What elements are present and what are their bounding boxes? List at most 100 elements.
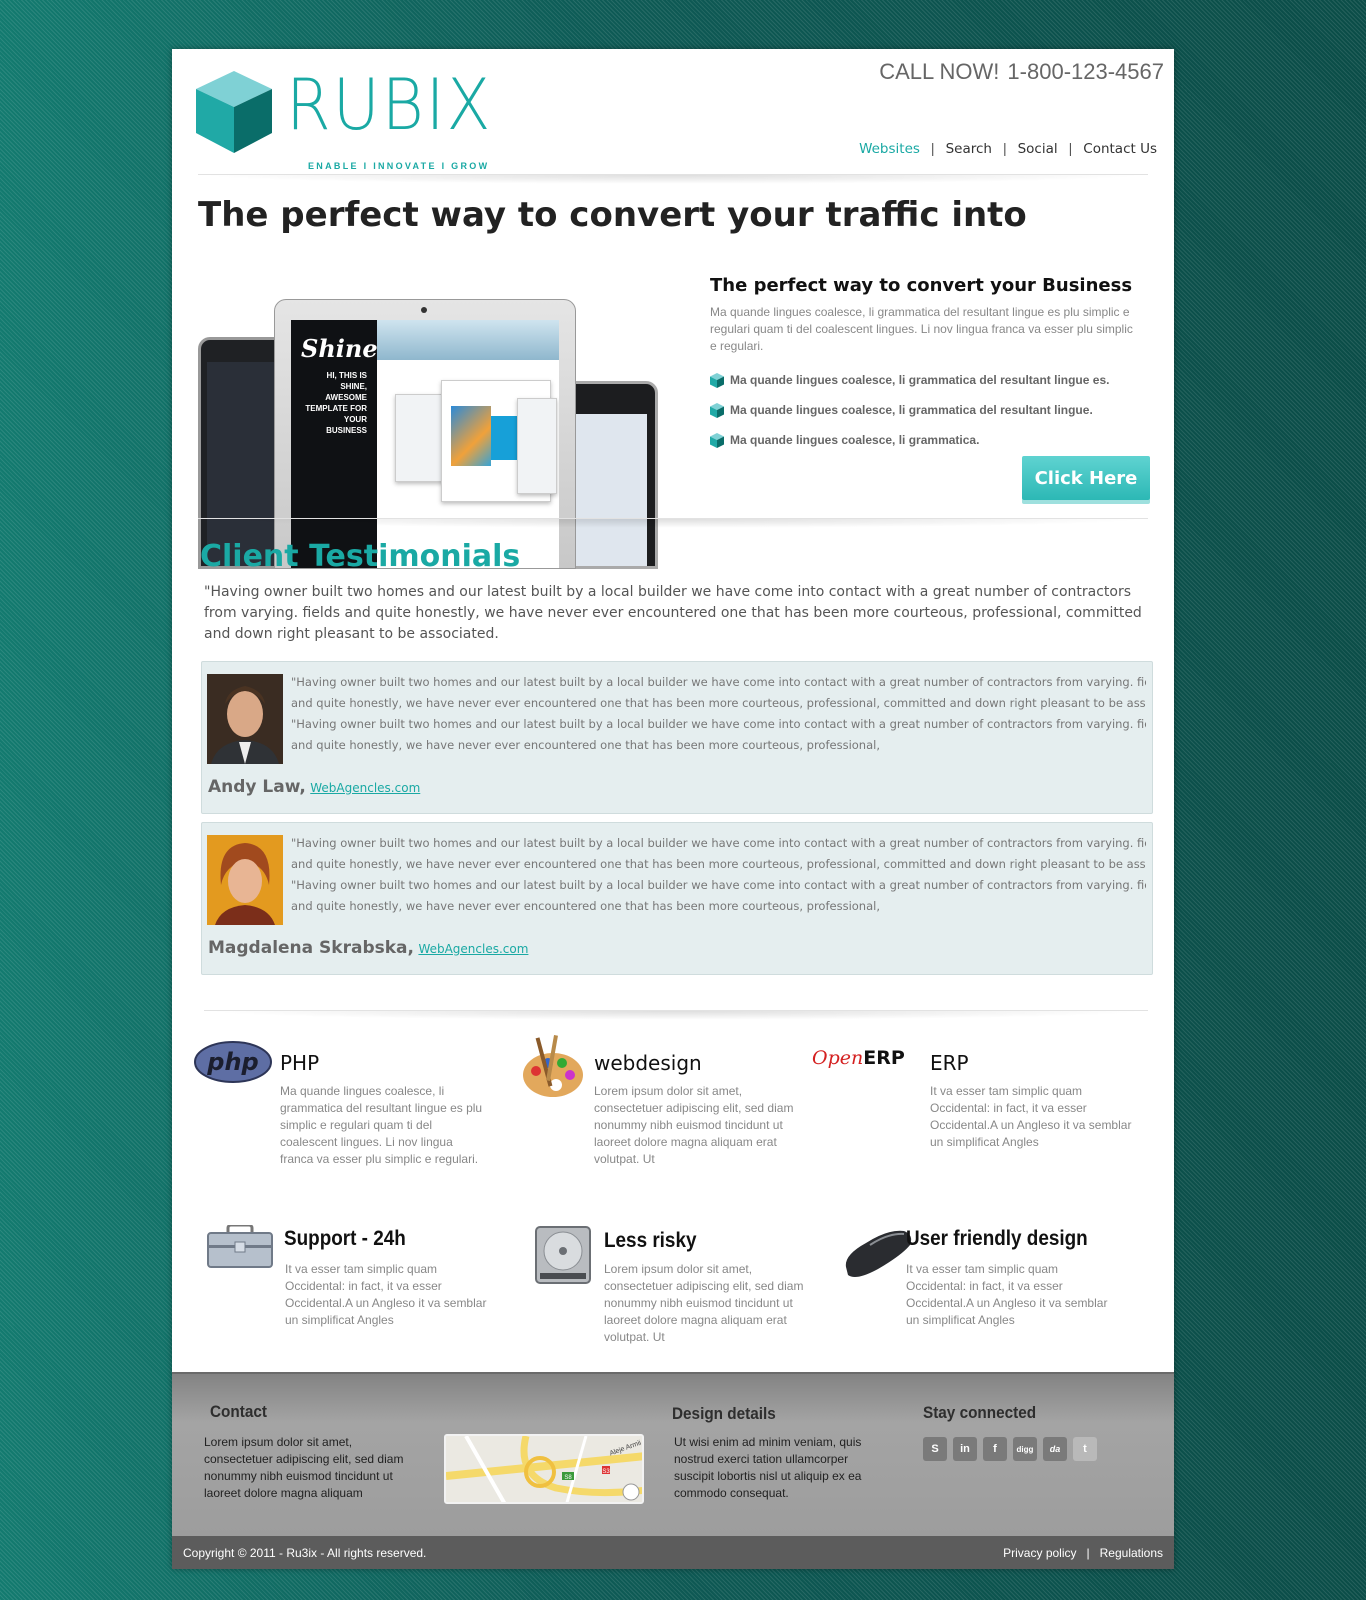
feature-text: Lorem ipsum dolor sit amet, consectetuer… xyxy=(594,1084,794,1166)
svg-text:S8: S8 xyxy=(564,1475,572,1481)
social-links: S in f digg da t xyxy=(923,1437,1097,1461)
footer-links: Privacy policy | Regulations xyxy=(1003,1546,1163,1560)
feature-title: PHP xyxy=(280,1051,320,1075)
nav-separator: | xyxy=(930,140,935,156)
devices-image: Shine HI, THIS IS SHINE, AWESOME TEMPLAT… xyxy=(198,299,658,569)
skype-icon[interactable]: S xyxy=(923,1437,947,1461)
author-name: Andy Law, xyxy=(208,777,306,797)
toolbox-icon xyxy=(207,1225,273,1268)
testimonial-quote: "Having owner built two homes and our la… xyxy=(291,833,1146,917)
testimonials-divider xyxy=(204,1010,1148,1020)
bullet-item: Ma quande lingues coalesce, li grammatic… xyxy=(710,425,1150,455)
php-logo-icon: php xyxy=(194,1041,272,1083)
openerp-logo-open: Open xyxy=(812,1047,864,1069)
deviantart-icon[interactable]: da xyxy=(1043,1437,1067,1461)
location-map[interactable]: S8 S3 Aleje Armii xyxy=(444,1434,644,1504)
feature-title: ERP xyxy=(930,1051,969,1075)
copyright-text: Copyright © 2011 - Ru3ix - All rights re… xyxy=(183,1546,427,1560)
feature-php: php PHP Ma quande lingues coalesce, li g… xyxy=(194,1041,484,1181)
quote-line: "Having owner built two homes and our la… xyxy=(291,836,1146,850)
quote-line: "Having owner built two homes and our la… xyxy=(291,878,1146,892)
cube-bullet-icon xyxy=(710,432,724,448)
avatar-magdalena-skrabska xyxy=(207,835,283,925)
openerp-logo: OpenERP xyxy=(812,1047,905,1069)
twitter-icon[interactable]: t xyxy=(1073,1437,1097,1461)
feature-title: Less risky xyxy=(604,1229,697,1252)
phone-number[interactable]: 1-800-123-4567 xyxy=(1007,59,1164,84)
nav-contact-us[interactable]: Contact Us xyxy=(1083,141,1157,157)
bullet-item: Ma quande lingues coalesce, li grammatic… xyxy=(710,395,1150,425)
screen-brand: Shine xyxy=(301,334,378,363)
testimonials-title: Client Testimonials xyxy=(200,539,521,574)
author-name: Magdalena Skrabska, xyxy=(208,938,414,958)
bullet-list: Ma quande lingues coalesce, li grammatic… xyxy=(710,365,1150,455)
openerp-logo-erp: ERP xyxy=(863,1047,905,1069)
intro-text: Ma quande lingues coalesce, li grammatic… xyxy=(710,305,1133,353)
footer: Contact Lorem ipsum dolor sit amet, cons… xyxy=(172,1372,1174,1536)
feature-text: It va esser tam simplic quam Occidental:… xyxy=(285,1262,487,1327)
call-now: CALL NOW! 1-800-123-4567 xyxy=(879,59,1164,85)
hero-title: The perfect way to convert your traffic … xyxy=(198,195,1027,235)
feature-erp: OpenERP ERP It va esser tam simplic quam… xyxy=(812,1041,1152,1181)
feature-text: It va esser tam simplic quam Occidental:… xyxy=(930,1084,1132,1149)
testimonial-quote: "Having owner built two homes and our la… xyxy=(291,672,1146,756)
nav-social[interactable]: Social xyxy=(1018,141,1058,157)
quote-line: "Having owner built two homes and our la… xyxy=(291,717,1146,731)
quote-line: and quite honestly, we have never ever e… xyxy=(291,696,1146,710)
quote-line: and quite honestly, we have never ever e… xyxy=(291,857,1146,871)
nav-websites[interactable]: Websites xyxy=(859,141,920,157)
feature-title: User friendly design xyxy=(906,1227,1088,1250)
nav-separator: | xyxy=(1002,140,1007,156)
quote-line: and quite honestly, we have never ever e… xyxy=(291,738,880,752)
call-label: CALL NOW! xyxy=(879,59,1000,84)
feature-support: Support - 24h It va esser tam simplic qu… xyxy=(206,1225,496,1365)
regulations-link[interactable]: Regulations xyxy=(1100,1546,1163,1560)
svg-text:S3: S3 xyxy=(602,1469,610,1475)
logo-wordmark: RUBIX xyxy=(286,64,493,146)
feature-title: Support - 24h xyxy=(284,1227,406,1250)
contact-title: Contact xyxy=(210,1402,267,1421)
logo[interactable]: RUBIX ENABLE I INNOVATE I GROW xyxy=(196,65,491,171)
nav-search[interactable]: Search xyxy=(946,141,992,157)
design-text: Ut wisi enim ad minim veniam, quis nostr… xyxy=(674,1435,862,1500)
feature-text: Lorem ipsum dolor sit amet, consectetuer… xyxy=(604,1262,804,1344)
nav-separator: | xyxy=(1068,140,1073,156)
digg-icon[interactable]: digg xyxy=(1013,1437,1037,1461)
feature-less-risky: Less risky Lorem ipsum dolor sit amet, c… xyxy=(534,1225,824,1365)
bullet-text: Ma quande lingues coalesce, li grammatic… xyxy=(730,403,1093,417)
social-title: Stay connected xyxy=(923,1403,1037,1422)
page-container: RUBIX ENABLE I INNOVATE I GROW CALL NOW!… xyxy=(172,49,1174,1569)
privacy-policy-link[interactable]: Privacy policy xyxy=(1003,1546,1076,1560)
author-site-link[interactable]: WebAgencles.com xyxy=(418,942,528,956)
intro-block: The perfect way to convert your Business… xyxy=(710,275,1150,455)
author-site-link[interactable]: WebAgencles.com xyxy=(310,781,420,795)
testimonial-card: "Having owner built two homes and our la… xyxy=(201,661,1153,814)
top-nav: Websites | Search | Social | Contact Us xyxy=(859,140,1157,157)
feature-user-friendly: User friendly design It va esser tam sim… xyxy=(842,1225,1132,1365)
paint-palette-icon xyxy=(523,1035,583,1097)
intro-title: The perfect way to convert your Business xyxy=(710,275,1133,296)
map-drawing: S8 S3 Aleje Armii xyxy=(446,1436,642,1502)
header-divider xyxy=(198,174,1148,184)
screen-text: HI, THIS IS SHINE, AWESOME TEMPLATE FOR … xyxy=(305,371,367,435)
testimonial-author: Andy Law, WebAgencles.com xyxy=(208,777,420,797)
mouse-icon xyxy=(845,1230,912,1277)
cube-bullet-icon xyxy=(710,402,724,418)
bullet-text: Ma quande lingues coalesce, li grammatic… xyxy=(730,433,980,447)
facebook-icon[interactable]: f xyxy=(983,1437,1007,1461)
quote-line: and quite honestly, we have never ever e… xyxy=(291,899,880,913)
feature-webdesign: webdesign Lorem ipsum dolor sit amet, co… xyxy=(520,1033,810,1173)
copyright-bar: Copyright © 2011 - Ru3ix - All rights re… xyxy=(172,1536,1174,1569)
feature-text: Ma quande lingues coalesce, li grammatic… xyxy=(280,1084,483,1166)
design-title: Design details xyxy=(672,1404,776,1423)
feature-title: webdesign xyxy=(594,1051,702,1075)
cube-logo-icon xyxy=(196,71,272,153)
linkedin-icon[interactable]: in xyxy=(953,1437,977,1461)
contact-text: Lorem ipsum dolor sit amet, consectetuer… xyxy=(204,1435,404,1500)
cube-bullet-icon xyxy=(710,372,724,388)
svg-text:php: php xyxy=(206,1048,258,1076)
bullet-text: Ma quande lingues coalesce, li grammatic… xyxy=(730,373,1110,387)
footer-link-separator: | xyxy=(1086,1546,1090,1560)
click-here-button[interactable]: Click Here xyxy=(1022,456,1150,500)
testimonials-lead: "Having owner built two homes and our la… xyxy=(204,584,1142,642)
